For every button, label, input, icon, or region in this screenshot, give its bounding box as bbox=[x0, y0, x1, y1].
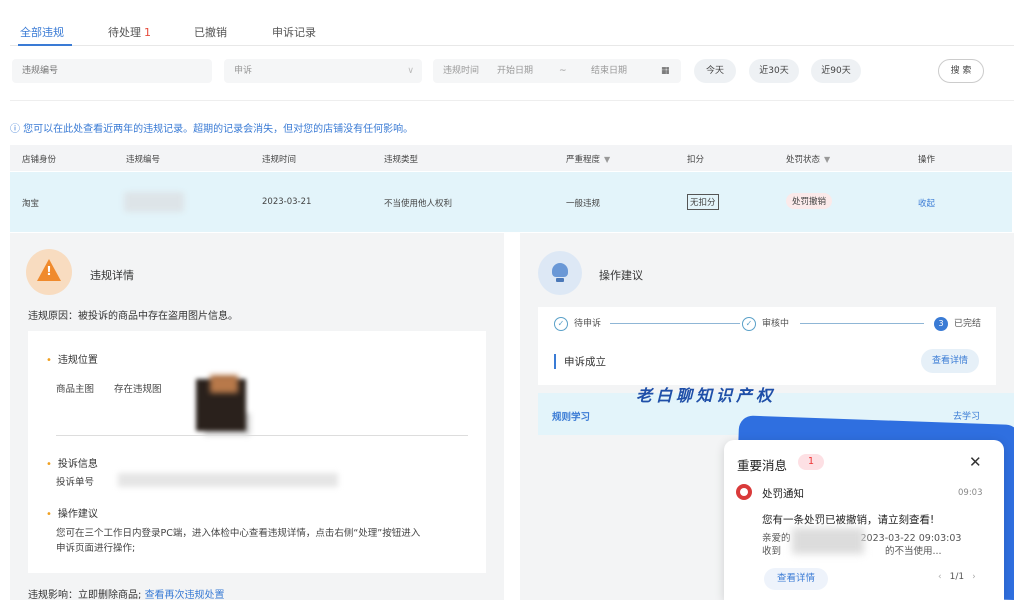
status-select[interactable]: 申诉 ∨ bbox=[224, 59, 422, 83]
cell-shop: 淘宝 bbox=[22, 199, 40, 209]
location-section-title: • 违规位置 bbox=[46, 355, 98, 366]
popup-view-details-button[interactable]: 查看详情 bbox=[764, 568, 828, 590]
filter-bar: 申诉 ∨ 违规时间 开始日期 ~ 结束日期 ▦ 今天 近30天 近90天 搜 索 bbox=[0, 59, 1014, 85]
points-tag: 无扣分 bbox=[687, 194, 719, 210]
message-count-badge: 1 bbox=[798, 454, 824, 470]
warning-icon: ! bbox=[26, 249, 72, 295]
filter-icon[interactable]: ▼ bbox=[604, 155, 610, 164]
tab-appeal-records[interactable]: 申诉记录 bbox=[272, 24, 316, 40]
blurred-text bbox=[792, 528, 864, 554]
violation-id-input-wrap bbox=[12, 59, 212, 83]
tab-revoked[interactable]: 已撤销 bbox=[194, 24, 227, 40]
last-90-days-button[interactable]: 近90天 bbox=[811, 59, 861, 83]
location-violation-image: 存在违规图 bbox=[114, 384, 162, 395]
advice-text-line1: 您可在三个工作日内登录PC端，进入体检中心查看违规详情，点击右侧“处理”按钮进入 bbox=[56, 528, 421, 539]
check-circle-icon: ✓ bbox=[742, 316, 756, 331]
tab-bar: 全部违规 待处理 1 已撤销 申诉记录 bbox=[10, 0, 1014, 46]
chevron-right-icon[interactable]: › bbox=[972, 572, 976, 582]
th-violation-type: 违规类型 bbox=[384, 155, 419, 165]
pagination: ‹ 1/1 › bbox=[938, 572, 976, 582]
cell-severity: 一般违规 bbox=[566, 199, 601, 209]
cell-time: 2023-03-21 bbox=[262, 197, 312, 207]
step-under-review: ✓ 审核中 bbox=[742, 316, 789, 331]
th-penalty-status[interactable]: 处罚状态 ▼ bbox=[786, 153, 830, 165]
filter-icon[interactable]: ▼ bbox=[824, 155, 830, 164]
violation-details-panel: ! 违规详情 违规原因：被投诉的商品中存在盗用图片信息。 • 违规位置 商品主图 … bbox=[10, 233, 504, 600]
divider bbox=[10, 100, 1014, 101]
watermark-text: 老白聊知识产权 bbox=[636, 386, 777, 405]
step-connector bbox=[800, 323, 924, 324]
view-details-button[interactable]: 查看详情 bbox=[921, 349, 979, 373]
advice-section-title: • 操作建议 bbox=[46, 509, 98, 520]
chevron-down-icon: ∨ bbox=[407, 66, 414, 76]
tab-pending[interactable]: 待处理 1 bbox=[108, 24, 151, 40]
table-row[interactable]: 淘宝 2023-03-21 不当使用他人权利 一般违规 无扣分 处罚撤销 收起 bbox=[10, 172, 1012, 232]
pending-count-badge: 1 bbox=[144, 26, 151, 39]
end-date-input[interactable]: 结束日期 bbox=[591, 59, 627, 83]
th-violation-id: 违规编号 bbox=[126, 155, 161, 165]
search-button[interactable]: 搜 索 bbox=[938, 59, 984, 83]
divider bbox=[56, 435, 468, 436]
appeal-progress-card: ✓ 待申诉 ✓ 审核中 3 已完结 申诉成立 查看详情 bbox=[538, 307, 996, 385]
complaint-section-title: • 投诉信息 bbox=[46, 459, 98, 470]
step-pending-appeal: ✓ 待申诉 bbox=[554, 316, 601, 331]
step-number: 3 bbox=[934, 316, 948, 331]
blurred-violation-id bbox=[124, 192, 184, 212]
location-main-image: 商品主图 bbox=[56, 384, 95, 395]
th-points: 扣分 bbox=[687, 155, 705, 165]
status-badge: 处罚撤销 bbox=[786, 193, 833, 209]
violation-reason: 违规原因：被投诉的商品中存在盗用图片信息。 bbox=[28, 311, 238, 322]
violation-impact: 违规影响：立即删除商品; 查看再次违规处置 bbox=[28, 590, 225, 600]
blurred-text bbox=[118, 473, 338, 487]
th-violation-time: 违规时间 bbox=[262, 155, 297, 165]
go-learn-link[interactable]: 去学习 bbox=[953, 409, 980, 422]
violation-details-title: 违规详情 bbox=[90, 269, 134, 282]
today-button[interactable]: 今天 bbox=[694, 59, 736, 83]
last-30-days-button[interactable]: 近30天 bbox=[749, 59, 799, 83]
lightbulb-icon bbox=[538, 251, 582, 295]
popup-title: 重要消息 bbox=[737, 458, 788, 473]
step-completed: 3 已完结 bbox=[934, 316, 981, 331]
step-connector bbox=[610, 323, 740, 324]
th-shop: 店铺身份 bbox=[22, 155, 57, 165]
operation-advice-title: 操作建议 bbox=[599, 269, 643, 282]
notification-icon bbox=[736, 484, 752, 500]
active-tab-underline bbox=[18, 44, 72, 46]
check-circle-icon: ✓ bbox=[554, 316, 568, 331]
tab-all-violations[interactable]: 全部违规 bbox=[20, 24, 64, 40]
repeat-violation-link[interactable]: 查看再次违规处置 bbox=[145, 590, 225, 600]
appeal-result: 申诉成立 bbox=[554, 354, 606, 369]
violation-id-input[interactable] bbox=[22, 59, 212, 83]
table-header: 店铺身份 违规编号 违规时间 违规类型 严重程度 ▼ 扣分 处罚状态 ▼ 操作 bbox=[10, 145, 1012, 171]
collapse-link[interactable]: 收起 bbox=[918, 197, 935, 209]
th-actions: 操作 bbox=[918, 155, 936, 165]
cell-type: 不当使用他人权利 bbox=[384, 199, 453, 209]
start-date-input[interactable]: 开始日期 bbox=[497, 59, 533, 83]
detail-card: • 违规位置 商品主图 存在违规图 • 投诉信息 投诉单号 • 操作建议 您可在三个工… bbox=[28, 331, 486, 573]
advice-text-line2: 申诉页面进行操作; bbox=[56, 543, 136, 554]
notification-body: 您有一条处罚已被撤销，请立刻查看! bbox=[762, 514, 935, 526]
notification-time: 09:03 bbox=[958, 488, 983, 498]
info-notice: ⓘ 您可以在此处查看近两年的违规记录。超期的记录会消失，但对您的店铺没有任何影响… bbox=[10, 124, 414, 135]
notification-title: 处罚通知 bbox=[762, 488, 804, 500]
calendar-icon[interactable]: ▦ bbox=[661, 59, 670, 83]
blurred-image bbox=[210, 375, 238, 393]
complaint-number: 投诉单号 bbox=[56, 477, 95, 488]
important-message-popup: 重要消息 1 ✕ 处罚通知 09:03 您有一条处罚已被撤销，请立刻查看! 亲爱… bbox=[724, 440, 1004, 600]
close-icon[interactable]: ✕ bbox=[969, 453, 982, 471]
date-range-picker[interactable]: 违规时间 开始日期 ~ 结束日期 ▦ bbox=[433, 59, 681, 83]
rules-learning-title: 规则学习 bbox=[552, 412, 591, 423]
th-severity[interactable]: 严重程度 ▼ bbox=[566, 153, 610, 165]
chevron-left-icon[interactable]: ‹ bbox=[938, 572, 942, 582]
